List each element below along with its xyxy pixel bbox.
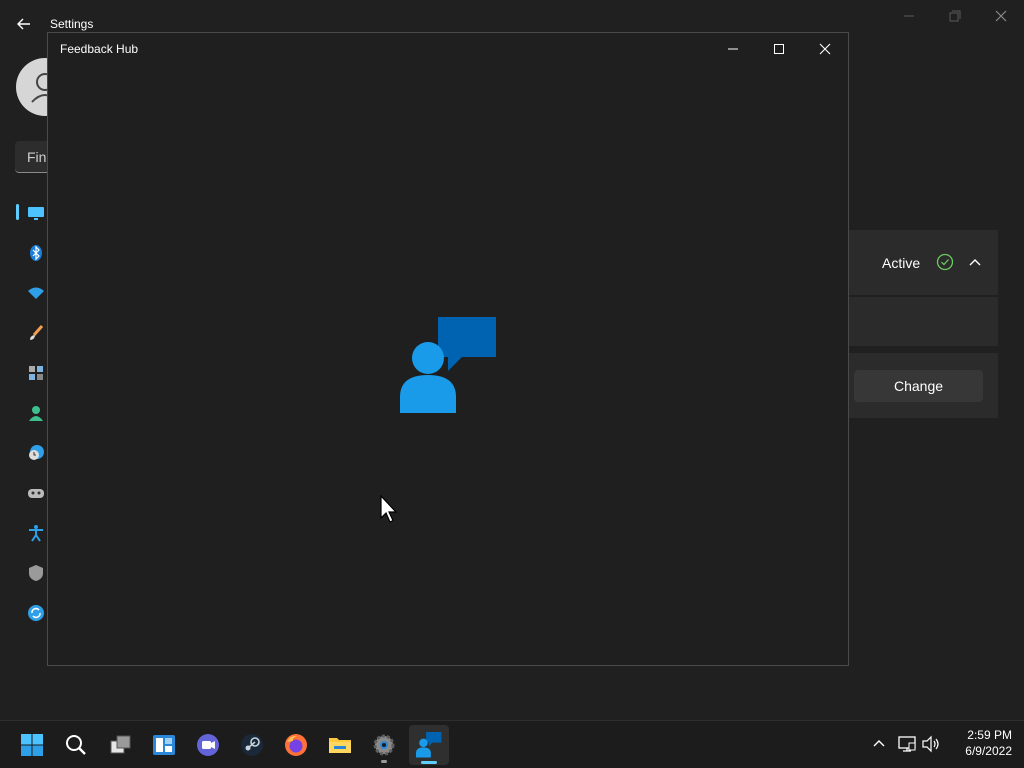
brush-icon[interactable]: [26, 323, 46, 343]
steam-icon: [241, 734, 263, 756]
change-button[interactable]: Change: [854, 370, 983, 402]
accessibility-icon[interactable]: [26, 523, 46, 543]
search-placeholder-text: Fin: [27, 149, 47, 165]
widgets-icon: [153, 735, 175, 755]
file-explorer-button[interactable]: [320, 725, 360, 765]
account-icon[interactable]: [26, 403, 46, 423]
firefox-button[interactable]: [276, 725, 316, 765]
network-icon[interactable]: [897, 734, 917, 754]
chevron-up-icon[interactable]: [869, 734, 889, 754]
chevron-up-icon[interactable]: [967, 255, 983, 271]
start-button[interactable]: [12, 725, 52, 765]
settings-taskbar-button[interactable]: [364, 725, 404, 765]
time-language-icon[interactable]: [26, 443, 46, 463]
expanded-card-row: [849, 297, 998, 346]
task-view-button[interactable]: [100, 725, 140, 765]
search-icon: [66, 735, 86, 755]
active-app-indicator: [421, 761, 437, 764]
taskbar-search-button[interactable]: [56, 725, 96, 765]
folder-icon: [329, 738, 351, 753]
maximize-button[interactable]: [756, 33, 802, 65]
settings-close-button[interactable]: [981, 6, 1021, 28]
teams-chat-button[interactable]: [188, 725, 228, 765]
settings-title: Settings: [50, 17, 94, 31]
update-icon[interactable]: [26, 603, 46, 623]
close-icon: [819, 43, 831, 55]
close-button[interactable]: [802, 33, 848, 65]
windows-logo-icon: [21, 734, 43, 756]
settings-minimize-button[interactable]: [889, 6, 929, 28]
chat-icon: [197, 734, 219, 756]
feedback-hub-logo-icon: [400, 317, 496, 413]
widgets-button[interactable]: [144, 725, 184, 765]
gaming-icon[interactable]: [26, 483, 46, 503]
wifi-icon[interactable]: [26, 283, 46, 303]
settings-restore-button[interactable]: [935, 6, 975, 28]
volume-icon[interactable]: [921, 734, 941, 754]
status-label: Active: [882, 255, 921, 271]
nav-selection-indicator: [16, 204, 19, 220]
maximize-icon: [774, 44, 784, 54]
gear-icon: [373, 734, 395, 756]
running-indicator: [381, 760, 387, 763]
bluetooth-icon[interactable]: [26, 243, 46, 263]
clock-time: 2:59 PM: [967, 728, 1012, 742]
feedback-hub-icon: [416, 732, 442, 758]
mouse-pointer-icon: [380, 495, 398, 523]
feedback-hub-taskbar-button[interactable]: [409, 725, 449, 765]
task-view-icon: [110, 735, 131, 754]
display-icon[interactable]: [26, 203, 46, 223]
check-circle-icon: [936, 253, 954, 271]
firefox-icon: [285, 734, 307, 756]
clock-date: 6/9/2022: [965, 744, 1012, 758]
minimize-button[interactable]: [710, 33, 756, 65]
steam-button[interactable]: [232, 725, 272, 765]
taskbar-clock[interactable]: 2:59 PM 6/9/2022: [950, 727, 1012, 759]
window-title: Feedback Hub: [60, 42, 139, 56]
apps-icon[interactable]: [26, 363, 46, 383]
back-arrow-icon[interactable]: [14, 14, 34, 34]
minimize-icon: [728, 48, 738, 50]
shield-icon[interactable]: [26, 563, 46, 583]
feedback-hub-window: Feedback Hub: [47, 32, 849, 666]
